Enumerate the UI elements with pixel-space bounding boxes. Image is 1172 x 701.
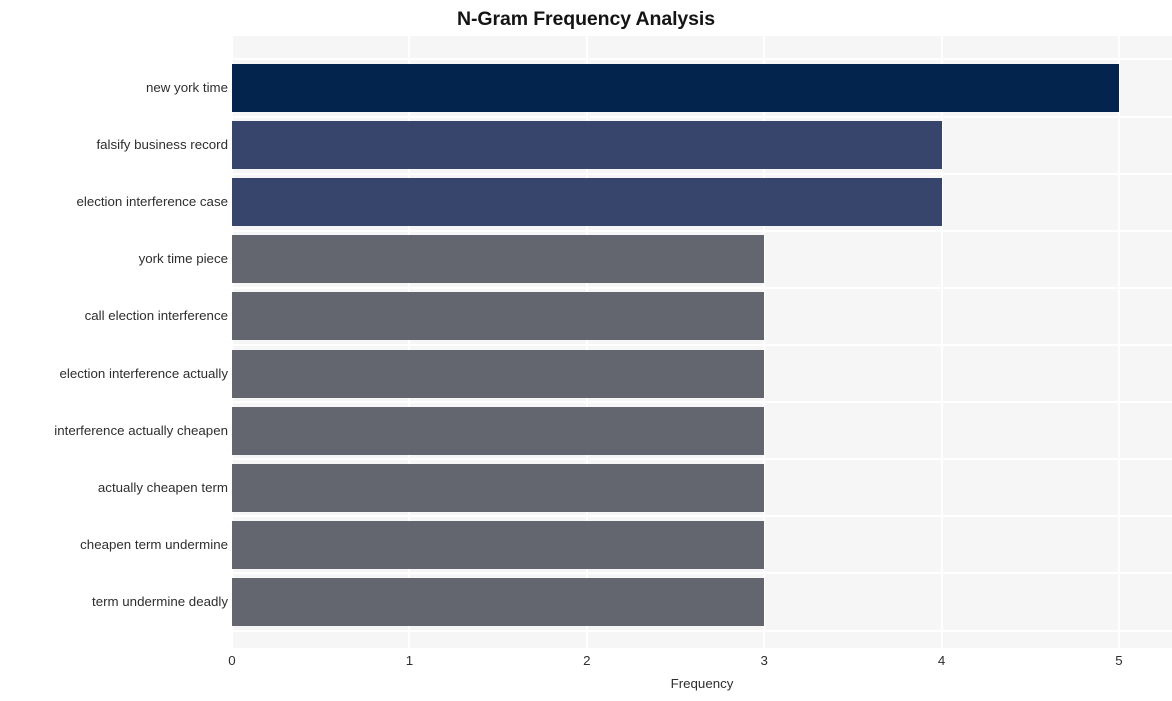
bar[interactable] [232, 406, 765, 455]
y-gridline [232, 58, 1172, 61]
bar[interactable] [232, 64, 1119, 112]
bar[interactable] [232, 292, 765, 341]
x-axis-tick-label: 4 [937, 653, 946, 668]
x-axis-tick-labels: 0 1 2 3 4 5 [0, 652, 1172, 672]
bar[interactable] [232, 121, 942, 170]
x-axis-tick-label: 5 [1115, 653, 1123, 668]
y-gridline [232, 572, 1172, 575]
y-axis-tick-label: election interference case [76, 194, 228, 210]
y-axis-tick-label: falsify business record [96, 137, 228, 153]
x-gridline [1118, 36, 1120, 648]
bar[interactable] [232, 349, 765, 398]
y-axis-tick-label: new york time [145, 80, 228, 95]
y-axis-labels: new york time falsify business record elec… [0, 36, 228, 648]
y-gridline [232, 515, 1172, 518]
y-gridline [232, 172, 1172, 175]
y-gridline [232, 629, 1172, 632]
y-gridline [232, 401, 1172, 404]
x-axis-tick-label: 2 [583, 653, 591, 668]
y-axis-tick-label: cheapen term undermine [80, 536, 228, 552]
chart-title: N-Gram Frequency Analysis [457, 8, 715, 30]
ngram-frequency-chart: N-Gram Frequency Analysis new york time f… [0, 0, 1172, 701]
y-axis-tick-label: term undermine deadly [92, 594, 228, 609]
y-axis-tick-label: interference actually cheapen [54, 422, 228, 438]
y-gridline [232, 344, 1172, 346]
y-gridline [232, 115, 1172, 118]
x-axis-tick-label: 1 [405, 653, 414, 668]
y-axis-tick-label: york time piece [138, 251, 228, 267]
x-axis-title: Frequency [670, 676, 734, 691]
y-gridline [232, 229, 1172, 232]
y-gridline [232, 286, 1172, 289]
plot-area [232, 36, 1172, 648]
bar[interactable] [232, 520, 765, 569]
y-axis-tick-label: actually cheapen term [97, 479, 228, 495]
y-gridline [232, 458, 1172, 461]
x-axis-tick-label: 3 [760, 653, 768, 668]
bar[interactable] [232, 463, 765, 512]
bar[interactable] [232, 235, 765, 284]
y-axis-tick-label: election interference actually [59, 365, 228, 381]
x-axis-tick-label: 0 [228, 653, 236, 668]
bar[interactable] [232, 178, 942, 227]
y-axis-tick-label: call election interference [84, 308, 228, 324]
bar[interactable] [232, 578, 765, 626]
